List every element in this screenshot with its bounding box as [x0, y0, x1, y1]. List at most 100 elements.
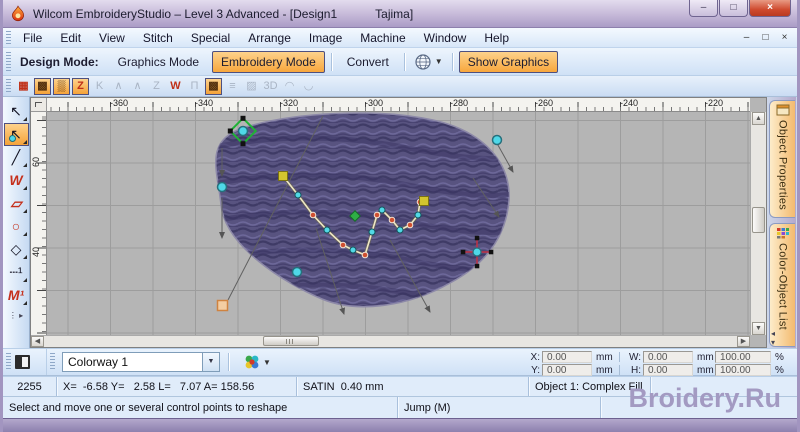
- ruler-label: -260: [535, 98, 554, 108]
- w-percent-input[interactable]: 100.00: [715, 351, 771, 363]
- select-tool[interactable]: ↖: [4, 100, 29, 123]
- ruler-origin-button[interactable]: [31, 98, 47, 112]
- graphics-mode-button[interactable]: Graphics Mode: [109, 51, 208, 73]
- mdi-close-button[interactable]: ×: [776, 30, 793, 45]
- flexi-split-icon[interactable]: Z: [148, 78, 165, 95]
- reshape-tool[interactable]: ↖: [3, 123, 29, 146]
- menubar: File Edit View Stitch Special Arrange Image Mac…: [3, 28, 797, 48]
- y-label: Y:: [531, 364, 540, 376]
- menu-item[interactable]: View: [90, 29, 134, 47]
- tatami-fill-icon[interactable]: ▩: [34, 77, 51, 95]
- 3d-effect-icon[interactable]: 3D: [262, 78, 279, 95]
- zigzag-stitch-icon[interactable]: Z: [72, 77, 89, 95]
- horizontal-scroll-thumb[interactable]: [263, 336, 319, 346]
- pattern-fill-icon[interactable]: ▩: [205, 77, 222, 95]
- ruler-label: -300: [365, 98, 384, 108]
- mdi-minimize-button[interactable]: –: [738, 30, 755, 45]
- h-percent-input[interactable]: 100.00: [715, 364, 771, 376]
- scroll-down-icon[interactable]: ▼: [752, 322, 765, 335]
- menu-item[interactable]: Edit: [51, 29, 90, 47]
- embroidery-mode-button[interactable]: Embroidery Mode: [212, 50, 325, 73]
- convert-button[interactable]: Convert: [338, 51, 398, 73]
- stitch-count: 2255: [3, 377, 57, 396]
- scroll-up-icon[interactable]: ▲: [752, 112, 765, 125]
- stitch-globe-button[interactable]: ▼: [409, 50, 448, 74]
- w-label: W:: [628, 351, 641, 363]
- h-label: H:: [631, 364, 641, 376]
- color-object-list-icon: [776, 228, 789, 239]
- toolbar-grip[interactable]: [6, 79, 11, 93]
- tab-scroll-left-icon[interactable]: ◂: [771, 329, 775, 338]
- design-viewport: -360 -340 -320 -300 -280 -260 -240 -220 60 40: [30, 97, 767, 348]
- colorway-select[interactable]: Colorway 1 ▼: [62, 352, 220, 372]
- tab-object-properties[interactable]: Object Properties: [769, 100, 795, 218]
- wilcom-flame-icon: [12, 4, 24, 21]
- stitch-globe-icon: [415, 53, 431, 70]
- embroidery-design[interactable]: [47, 112, 750, 335]
- density-lines-icon[interactable]: ≡: [224, 78, 241, 95]
- workspace: ↖ ↖ ╱ W ▱ ○ ◇ ┄¹ M¹ ⋮ ▸ -360 -340 -320 -300 -280 -260…: [3, 97, 797, 348]
- menu-item[interactable]: Help: [475, 29, 518, 47]
- ruler-label: -220: [705, 98, 724, 108]
- contour-stitch-icon[interactable]: K: [91, 78, 108, 95]
- ruler-label: -240: [620, 98, 639, 108]
- scroll-right-icon[interactable]: ▶: [737, 336, 750, 347]
- scroll-left-icon[interactable]: ◀: [31, 336, 44, 347]
- menu-item[interactable]: Arrange: [239, 29, 300, 47]
- stumpwork-icon[interactable]: ◡: [300, 78, 317, 95]
- mdi-restore-button[interactable]: □: [757, 30, 774, 45]
- crosshatch-icon[interactable]: ▨: [243, 78, 260, 95]
- horizontal-scrollbar[interactable]: ◀ ▶: [31, 335, 750, 347]
- vertical-scrollbar[interactable]: ▲ ▼: [750, 112, 766, 335]
- knife-tool[interactable]: ╱: [4, 146, 29, 169]
- complex-fill-tool[interactable]: ◇: [4, 238, 29, 261]
- ruler-label: -280: [450, 98, 469, 108]
- menu-item[interactable]: Image: [300, 29, 351, 47]
- minimize-button[interactable]: –: [689, 0, 718, 17]
- toolbar-grip[interactable]: [50, 352, 55, 372]
- show-graphics-button[interactable]: Show Graphics: [458, 50, 559, 73]
- restore-button[interactable]: □: [719, 0, 748, 17]
- ruler-label: -360: [110, 98, 129, 108]
- close-button[interactable]: ×: [749, 0, 791, 17]
- closed-shape-tool[interactable]: ▱: [4, 192, 29, 215]
- status-hint: Select and move one or several control p…: [3, 397, 398, 418]
- manual-stitch-tool[interactable]: M¹: [4, 284, 29, 307]
- trapunto-icon[interactable]: ◠: [281, 78, 298, 95]
- palette-overflow-button[interactable]: ⋮ ▸: [9, 311, 23, 320]
- square-wave-icon[interactable]: Π: [186, 78, 203, 95]
- tool-palette: ↖ ↖ ╱ W ▱ ○ ◇ ┄¹ M¹ ⋮ ▸: [3, 97, 30, 348]
- tab-scroll-down-icon[interactable]: ▾: [771, 338, 775, 347]
- h-input[interactable]: 0.00: [643, 364, 693, 376]
- circle-tool[interactable]: ○: [4, 215, 29, 238]
- design-overview-icon[interactable]: [14, 354, 31, 370]
- toolbar-grip[interactable]: [6, 352, 11, 372]
- menu-item[interactable]: File: [14, 29, 51, 47]
- fancy-fill-icon[interactable]: ∧: [110, 78, 127, 95]
- vertical-ruler: 60 40: [31, 112, 47, 335]
- toolbar-grip[interactable]: [6, 52, 11, 71]
- design-canvas[interactable]: [47, 112, 750, 335]
- machine-function: Jump (M): [398, 397, 601, 418]
- menu-item[interactable]: Machine: [351, 29, 414, 47]
- colorway-palette-icon: [245, 355, 259, 369]
- w-input[interactable]: 0.00: [643, 351, 693, 363]
- chevron-down-icon[interactable]: ▼: [202, 353, 219, 371]
- y-input[interactable]: 0.00: [542, 364, 592, 376]
- program-split-icon[interactable]: ▒: [53, 77, 70, 95]
- watermark: Broidery.Ru: [628, 383, 781, 413]
- toolbar-grip[interactable]: [6, 30, 11, 45]
- menu-item[interactable]: Stitch: [134, 29, 182, 47]
- fancy-fill-alt-icon[interactable]: ∧: [129, 78, 146, 95]
- colorway-palette-button[interactable]: ▼: [241, 352, 274, 372]
- menu-item[interactable]: Special: [182, 29, 239, 47]
- titlebar: Wilcom EmbroideryStudio – Level 3 Advanc…: [3, 0, 797, 28]
- vertical-scroll-thumb[interactable]: [752, 207, 765, 233]
- run-stitch-tool[interactable]: ┄¹: [4, 261, 29, 284]
- menu-item[interactable]: Window: [415, 29, 476, 47]
- x-input[interactable]: 0.00: [542, 351, 592, 363]
- chevron-down-icon: ▼: [263, 357, 271, 367]
- lettering-tool[interactable]: W: [4, 169, 29, 192]
- motif-fill-icon[interactable]: ▦: [15, 78, 32, 95]
- satin-stitch-icon[interactable]: W: [167, 78, 184, 95]
